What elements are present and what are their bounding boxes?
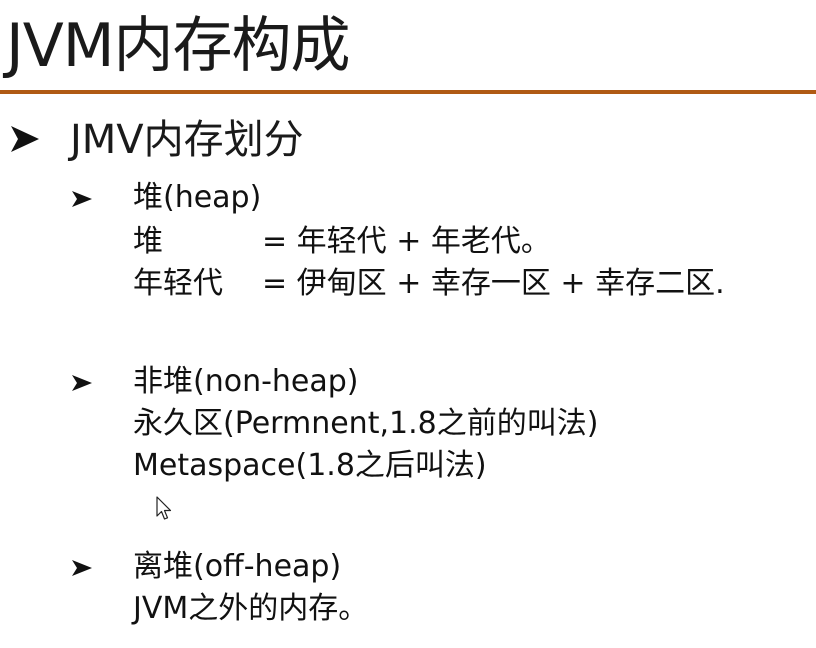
heap-line-2-right: = 伊甸区 + 幸存一区 + 幸存二区. bbox=[262, 266, 725, 301]
section-heading-non-heap: 非堆(non-heap) bbox=[133, 364, 359, 399]
heap-line-1-right: = 年轻代 + 年老代。 bbox=[262, 224, 551, 259]
mouse-cursor-icon bbox=[156, 496, 172, 520]
slide-title: JVM内存构成 bbox=[6, 11, 351, 81]
heap-line-1-left: 堆 bbox=[133, 224, 163, 259]
bullet-jvm-memory-division: JMV内存划分 bbox=[70, 117, 304, 163]
off-heap-line-1: JVM之外的内存。 bbox=[133, 591, 369, 626]
arrow-bullet-icon bbox=[72, 191, 92, 207]
heap-line-2-left: 年轻代 bbox=[133, 266, 223, 301]
section-heading-off-heap: 离堆(off-heap) bbox=[133, 549, 342, 584]
section-heading-heap: 堆(heap) bbox=[133, 180, 262, 215]
non-heap-line-1: 永久区(Permnent,1.8之前的叫法) bbox=[133, 406, 599, 441]
arrow-bullet-icon bbox=[72, 560, 92, 576]
arrow-bullet-icon bbox=[11, 126, 39, 152]
non-heap-line-2: Metaspace(1.8之后叫法) bbox=[133, 448, 487, 483]
arrow-bullet-icon bbox=[72, 375, 92, 391]
title-divider bbox=[0, 90, 816, 94]
